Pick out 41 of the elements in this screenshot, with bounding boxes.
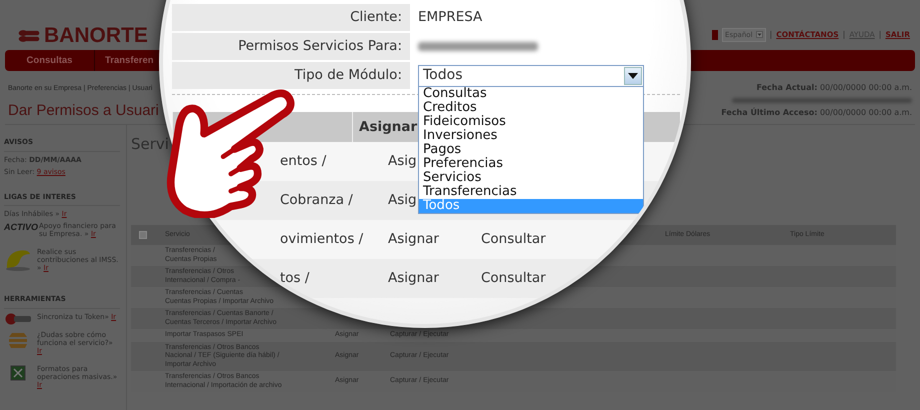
logo-text: BANORTE bbox=[44, 25, 148, 46]
swoosh-logo-icon bbox=[4, 248, 32, 272]
dropdown-option[interactable]: Fideicomisos bbox=[419, 115, 643, 129]
form-label: Cliente: bbox=[172, 4, 410, 31]
flag-icon bbox=[712, 30, 718, 40]
form-label: Tipo de Módulo: bbox=[172, 62, 410, 89]
checkbox[interactable] bbox=[139, 231, 147, 239]
nav-tab[interactable]: Consultas bbox=[5, 50, 95, 71]
token-icon bbox=[4, 312, 32, 324]
column-header-link[interactable]: Asignar bbox=[359, 116, 418, 138]
assign-link[interactable]: Asig bbox=[388, 190, 417, 211]
table-cell-text: tos / bbox=[280, 269, 310, 288]
dropdown-option[interactable]: Creditos bbox=[419, 101, 643, 115]
separator: | bbox=[878, 28, 882, 41]
module-select[interactable]: Todos bbox=[418, 64, 644, 86]
dropdown-option[interactable]: Transferencias bbox=[419, 185, 643, 199]
table-cell-text: Consultar bbox=[481, 230, 546, 250]
dropdown-option[interactable]: Pagos bbox=[419, 143, 643, 157]
current-date: Fecha Actual: 00/00/0000 00:00 a.m. bbox=[756, 82, 912, 94]
dropdown-option[interactable]: Consultas bbox=[419, 87, 643, 101]
form-label: Permisos Servicios Para: bbox=[172, 33, 410, 60]
table-cell-text: Cobranza / bbox=[280, 191, 353, 210]
table-cell-text: entos / bbox=[280, 152, 326, 172]
table-cell-text: Consultar bbox=[481, 269, 546, 288]
dropdown-option[interactable]: Todos bbox=[419, 199, 643, 213]
logo-icon bbox=[18, 28, 40, 44]
separator: | bbox=[842, 28, 846, 41]
form-value: EMPRESA bbox=[418, 8, 482, 28]
table-cell-text: ovimientos / bbox=[280, 230, 364, 250]
dropdown-option[interactable]: Inversiones bbox=[419, 129, 643, 143]
dropdown-caret-icon bbox=[624, 66, 642, 84]
assign-link[interactable]: Asignar bbox=[388, 229, 439, 250]
nav-tab[interactable]: Transferen bbox=[105, 50, 154, 71]
caret-icon bbox=[756, 31, 763, 38]
last-access-date: Fecha Último Acceso: 00/00/0000 00:00 a.m. bbox=[721, 107, 912, 119]
separator: | bbox=[770, 28, 772, 41]
page-title: Dar Permisos a Usuari bbox=[8, 102, 159, 119]
assign-link[interactable]: Asignar bbox=[388, 268, 439, 289]
assign-link[interactable]: Asig bbox=[388, 151, 417, 172]
dropdown-option[interactable]: Servicios bbox=[419, 171, 643, 185]
dropdown-option[interactable]: Preferencias bbox=[419, 157, 643, 171]
